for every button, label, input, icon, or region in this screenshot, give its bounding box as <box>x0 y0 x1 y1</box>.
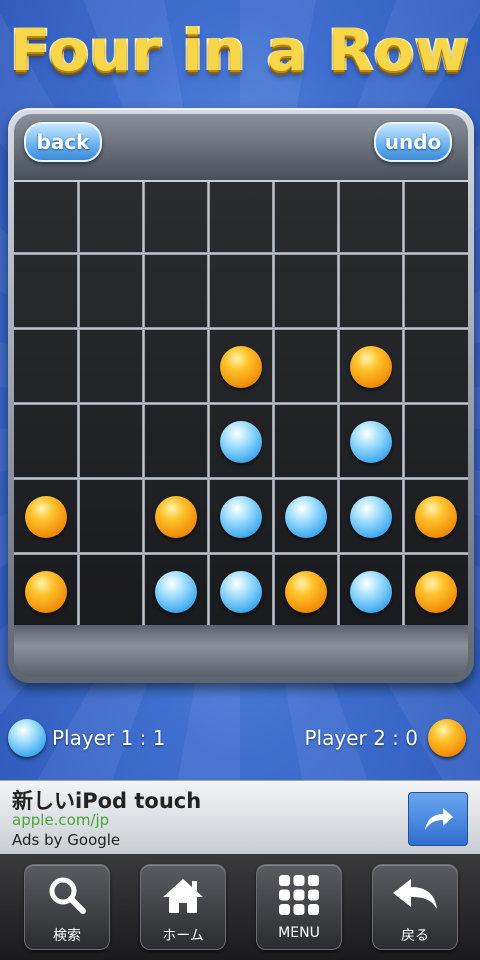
game-board[interactable] <box>14 182 468 625</box>
player1-score: Player 1 : 1 <box>8 718 166 758</box>
orange-disc <box>155 495 198 538</box>
undo-button[interactable]: undo <box>374 122 452 162</box>
player1-score-label: Player 1 : 1 <box>52 726 166 750</box>
blue-disc <box>220 570 262 613</box>
player1-disc-icon <box>8 719 46 757</box>
share-arrow-icon <box>425 808 453 830</box>
blue-disc <box>220 420 262 463</box>
ad-url[interactable]: apple.com/jp <box>12 811 109 829</box>
player2-score: Player 2 : 0 <box>304 718 466 758</box>
board-row-line <box>14 402 468 405</box>
tab-menu[interactable]: MENU <box>256 864 342 950</box>
tab-back[interactable]: 戻る <box>372 864 458 950</box>
orange-disc <box>220 346 262 389</box>
tab-search[interactable]: 検索 <box>24 864 110 950</box>
blue-disc <box>155 570 198 613</box>
player2-disc-icon <box>428 719 466 757</box>
orange-disc <box>414 495 457 538</box>
search-icon <box>25 871 109 919</box>
tab-menu-label: MENU <box>278 925 320 941</box>
player2-score-label: Player 2 : 0 <box>304 726 419 750</box>
orange-disc <box>349 346 392 389</box>
orange-disc <box>25 495 68 538</box>
back-button[interactable]: back <box>24 122 102 162</box>
blue-disc <box>220 495 262 538</box>
blue-disc <box>284 495 327 538</box>
orange-disc <box>414 570 457 613</box>
board-row-line <box>14 551 468 555</box>
blue-disc <box>349 495 392 538</box>
tab-home-label: ホーム <box>162 928 204 944</box>
menu-grid-icon <box>257 871 341 919</box>
home-icon <box>141 871 225 919</box>
board-row-line <box>14 327 468 331</box>
blue-disc <box>349 420 392 463</box>
game-title: Four in a Row <box>10 16 470 84</box>
board-row-line <box>14 252 468 256</box>
tab-search-label: 検索 <box>53 928 81 944</box>
tab-back-label: 戻る <box>401 928 429 944</box>
ad-attribution: Ads by Google <box>12 831 121 849</box>
orange-disc <box>284 570 327 613</box>
board-row-line <box>14 476 468 480</box>
orange-disc <box>25 570 68 613</box>
tab-home[interactable]: ホーム <box>140 864 226 950</box>
board-bottom-bar <box>14 625 468 677</box>
blue-disc <box>349 570 392 613</box>
back-arrow-icon <box>373 871 457 919</box>
ad-open-button[interactable] <box>408 792 468 846</box>
